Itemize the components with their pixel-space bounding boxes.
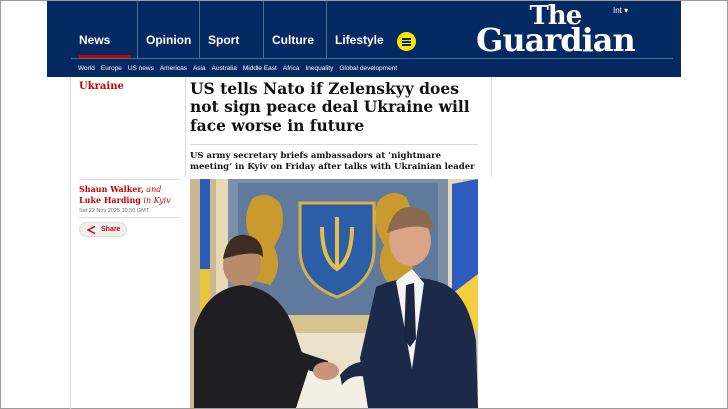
byline-location: in Kyiv <box>140 196 171 206</box>
meta-divider <box>79 179 180 180</box>
subnav-inequality[interactable]: Inequality <box>305 65 333 72</box>
hamburger-icon <box>402 38 411 40</box>
subnav-americas[interactable]: Americas <box>160 65 187 72</box>
subnav-australia[interactable]: Australia <box>212 65 237 72</box>
masthead: News Opinion Sport Culture Lifestyle The… <box>47 1 681 77</box>
standfirst: US army secretary briefs ambassadors at … <box>190 151 475 172</box>
headline-divider <box>190 144 478 145</box>
subnav-asia[interactable]: Asia <box>193 65 206 72</box>
section-label[interactable]: Ukraine <box>79 81 124 92</box>
logo-line-guardian: Guardian <box>476 21 636 60</box>
subnav-africa[interactable]: Africa <box>283 65 300 72</box>
share-icon <box>87 225 96 234</box>
subnav-global-development[interactable]: Global development <box>339 65 397 72</box>
subnav-europe[interactable]: Europe <box>101 65 122 72</box>
nav-sport[interactable]: Sport <box>199 1 263 58</box>
edition-picker[interactable]: Int ▾ <box>613 6 628 15</box>
column-divider-right <box>491 77 492 177</box>
share-label: Share <box>101 226 121 233</box>
meta-divider-2 <box>79 217 180 218</box>
nav-lifestyle[interactable]: Lifestyle <box>326 1 395 58</box>
column-divider-left <box>70 77 71 409</box>
subnav-world[interactable]: World <box>78 65 95 72</box>
nav-opinion[interactable]: Opinion <box>137 1 199 58</box>
nav-news[interactable]: News <box>71 1 137 58</box>
subnav-middle-east[interactable]: Middle East <box>243 65 277 72</box>
menu-button[interactable] <box>397 32 416 51</box>
author-link-walker[interactable]: Shaun Walker, <box>79 184 144 194</box>
nav-culture[interactable]: Culture <box>263 1 326 58</box>
byline-and: and <box>143 185 162 194</box>
subnav-us-news[interactable]: US news <box>128 65 154 72</box>
guardian-logo[interactable]: The Guardian <box>476 3 636 60</box>
byline: Shaun Walker, and Luke Harding in Kyiv <box>79 184 184 207</box>
author-link-harding[interactable]: Luke Harding <box>79 195 141 205</box>
news-photo[interactable] <box>190 179 478 408</box>
photo-illustration <box>190 179 478 408</box>
share-button[interactable]: Share <box>79 222 127 237</box>
headline: US tells Nato if Zelenskyy does not sign… <box>190 79 470 135</box>
subnav: World Europe US news Americas Asia Austr… <box>71 58 673 77</box>
pillar-nav: News Opinion Sport Culture Lifestyle <box>71 1 395 58</box>
dateline: Sat 22 Nov 2025 10.50 GMT <box>79 208 150 214</box>
column-divider-mid <box>185 77 186 177</box>
